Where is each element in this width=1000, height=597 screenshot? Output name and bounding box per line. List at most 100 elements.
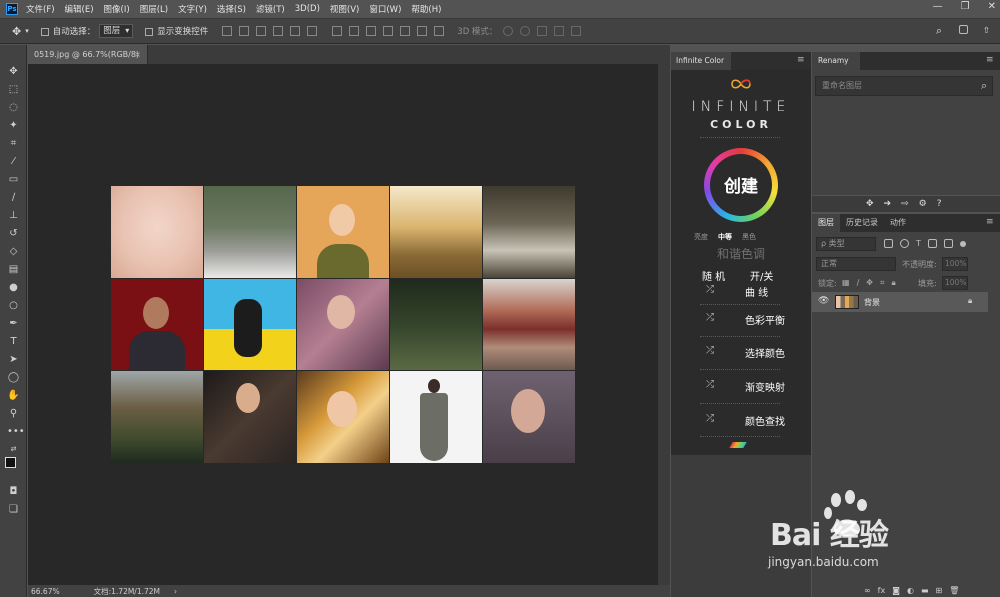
- add-mask-icon[interactable]: ◙: [892, 586, 900, 595]
- marquee-tool-icon[interactable]: ⬚: [7, 83, 20, 96]
- adjustment-color-lookup[interactable]: ⤮ 颜色查找: [671, 411, 811, 431]
- magic-wand-tool-icon[interactable]: ✦: [7, 119, 20, 132]
- search-icon[interactable]: ⌕: [936, 24, 942, 38]
- menu-window[interactable]: 窗口(W): [369, 3, 401, 15]
- more-tools-icon[interactable]: •••: [7, 425, 25, 438]
- swap-colors-icon[interactable]: ⇄: [7, 443, 20, 456]
- distribute-left-icon[interactable]: [383, 26, 394, 36]
- layer-name[interactable]: 背景: [864, 297, 880, 308]
- tab-actions[interactable]: 动作: [884, 214, 912, 232]
- help-icon[interactable]: ?: [937, 199, 942, 209]
- menu-type[interactable]: 文字(Y): [178, 3, 207, 15]
- chevron-right-icon[interactable]: ›: [174, 587, 177, 596]
- menu-image[interactable]: 图像(I): [104, 3, 130, 15]
- healing-brush-icon[interactable]: ▭: [7, 173, 20, 186]
- menu-view[interactable]: 视图(V): [330, 3, 359, 15]
- image-collage[interactable]: [111, 186, 575, 463]
- 3d-orbit-icon[interactable]: [503, 26, 514, 36]
- menu-file[interactable]: 文件(F): [26, 3, 55, 15]
- new-group-icon[interactable]: ▬: [921, 586, 929, 595]
- level-bright[interactable]: 亮度: [694, 232, 708, 242]
- new-layer-icon[interactable]: ⊞: [936, 586, 943, 595]
- vertical-scrollbar[interactable]: [658, 64, 670, 585]
- layer-thumbnail[interactable]: [835, 295, 859, 309]
- dodge-tool-icon[interactable]: ○: [7, 299, 20, 312]
- align-vcenter-icon[interactable]: [239, 26, 250, 36]
- 3d-scale-icon[interactable]: [571, 26, 582, 36]
- shuffle-icon[interactable]: ⤮: [706, 284, 714, 295]
- panel-menu-icon[interactable]: ≡: [986, 55, 994, 65]
- toggle-button[interactable]: 开/关: [750, 268, 773, 283]
- create-button[interactable]: 创建: [704, 172, 778, 197]
- move-tool-icon[interactable]: ✥: [12, 25, 21, 38]
- tab-infinite-color[interactable]: Infinite Color: [671, 52, 731, 70]
- workspace-icon[interactable]: [959, 25, 968, 37]
- filter-type-icon[interactable]: T: [916, 239, 921, 248]
- new-adjustment-icon[interactable]: ◐: [907, 586, 914, 595]
- filter-pixel-icon[interactable]: [884, 239, 893, 248]
- distribute-bottom-icon[interactable]: [366, 26, 377, 36]
- auto-select-checkbox[interactable]: 自动选择：: [40, 25, 95, 37]
- menu-edit[interactable]: 编辑(E): [65, 3, 94, 15]
- path-selection-icon[interactable]: ➤: [7, 353, 20, 366]
- eraser-tool-icon[interactable]: ◇: [7, 245, 20, 258]
- filter-adjustment-icon[interactable]: [900, 239, 909, 248]
- delete-layer-icon[interactable]: 🗑︎: [949, 586, 959, 595]
- lock-transparent-icon[interactable]: ▦: [842, 278, 850, 288]
- type-tool-icon[interactable]: T: [7, 335, 20, 348]
- shuffle-icon[interactable]: ⤮: [706, 379, 714, 390]
- 3d-slide-icon[interactable]: [554, 26, 565, 36]
- menu-filter[interactable]: 滤镜(T): [256, 3, 285, 15]
- align-top-icon[interactable]: [222, 26, 233, 36]
- random-button[interactable]: 随 机: [702, 268, 725, 283]
- menu-3d[interactable]: 3D(D): [295, 4, 320, 14]
- restore-button[interactable]: ❐: [961, 1, 970, 12]
- quick-mask-icon[interactable]: ◘: [7, 485, 20, 498]
- fx-icon[interactable]: fx: [878, 586, 886, 595]
- blend-mode-dropdown[interactable]: 正常: [816, 257, 896, 271]
- link-layers-icon[interactable]: ∞: [864, 586, 871, 595]
- distribute-hcenter-icon[interactable]: [400, 26, 411, 36]
- 3d-pan-icon[interactable]: [537, 26, 548, 36]
- lock-pixels-icon[interactable]: ∕: [857, 278, 860, 288]
- filter-shape-icon[interactable]: [927, 239, 937, 248]
- lock-artboard-icon[interactable]: ⌗: [880, 278, 885, 288]
- document-info[interactable]: 文档:1.72M/1.72M: [94, 586, 160, 597]
- tab-layers[interactable]: 图层: [812, 214, 840, 232]
- menu-select[interactable]: 选择(S): [217, 3, 246, 15]
- search-icon[interactable]: ⌕: [981, 79, 987, 93]
- clone-stamp-icon[interactable]: ⊥: [7, 209, 20, 222]
- align-bottom-icon[interactable]: [256, 26, 267, 36]
- filter-smart-object-icon[interactable]: [943, 239, 953, 248]
- align-right-icon[interactable]: [307, 26, 318, 36]
- 3d-roll-icon[interactable]: [520, 26, 531, 36]
- rename-layer-input[interactable]: 重命名图层: [815, 76, 993, 96]
- close-button[interactable]: ✕: [988, 1, 996, 12]
- foreground-color-swatch[interactable]: [5, 457, 16, 468]
- distribute-right-icon[interactable]: [417, 26, 428, 36]
- zoom-level[interactable]: 66.67%: [31, 587, 60, 596]
- adjustment-gradient-map[interactable]: ⤮ 渐变映射: [671, 377, 811, 397]
- pen-tool-icon[interactable]: ✒: [7, 317, 20, 330]
- crop-tool-icon[interactable]: ⌗: [7, 137, 20, 150]
- menu-help[interactable]: 帮助(H): [411, 3, 441, 15]
- auto-select-dropdown[interactable]: 图层: [99, 24, 134, 38]
- opacity-input[interactable]: 100%: [942, 257, 968, 271]
- zoom-tool-icon[interactable]: ⚲: [7, 407, 20, 420]
- fill-input[interactable]: 100%: [942, 276, 968, 290]
- lock-all-icon[interactable]: 🔒︎: [891, 278, 895, 288]
- screen-mode-icon[interactable]: ❏: [7, 503, 20, 516]
- eyedropper-tool-icon[interactable]: ⁄: [7, 155, 20, 168]
- panel-menu-icon[interactable]: ≡: [797, 55, 805, 65]
- show-transform-checkbox[interactable]: 显示变换控件: [145, 25, 208, 37]
- lasso-tool-icon[interactable]: ◌: [7, 101, 20, 114]
- tab-history[interactable]: 历史记录: [840, 214, 884, 232]
- shuffle-icon[interactable]: ⤮: [706, 413, 714, 424]
- arrow-right-icon[interactable]: ➔: [884, 199, 892, 209]
- history-brush-icon[interactable]: ↺: [7, 227, 20, 240]
- adjustment-color-balance[interactable]: ⤮ 色彩平衡: [671, 310, 811, 330]
- blur-tool-icon[interactable]: ●: [7, 281, 20, 294]
- lock-position-icon[interactable]: ✥: [866, 278, 873, 288]
- gradient-tool-icon[interactable]: ▤: [7, 263, 20, 276]
- hand-tool-icon[interactable]: ✋: [7, 389, 20, 402]
